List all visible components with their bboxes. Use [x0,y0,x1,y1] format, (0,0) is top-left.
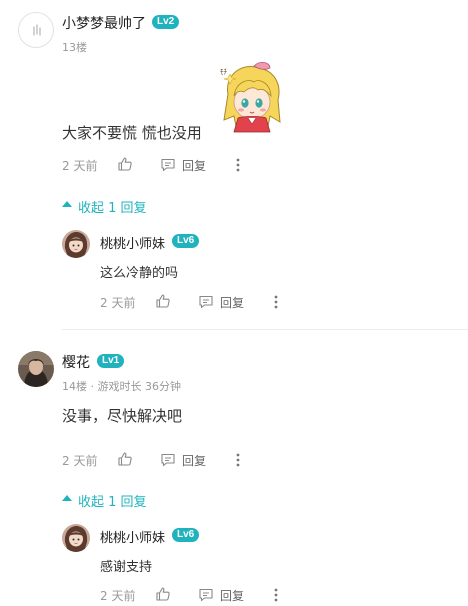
reply-label: 回复 [220,296,245,310]
reply-actions: 2 天前 回复 [100,292,290,312]
avatar[interactable] [18,12,54,48]
more-button[interactable] [268,292,284,312]
more-vertical-icon [236,158,240,172]
caret-up-icon [62,495,72,501]
username[interactable]: 樱花 [62,352,90,372]
level-badge: Lv6 [172,234,200,248]
avatar[interactable] [62,524,90,552]
avatar-glyph-icon [33,24,41,36]
reply-button[interactable]: 回复 [198,585,250,605]
more-button[interactable] [230,450,246,470]
timestamp: 2 天前 [62,454,98,468]
like-button[interactable] [117,451,133,467]
comment-text: 没事，尽快解决吧 [62,407,183,425]
reply-label: 回复 [182,159,207,173]
timestamp: 2 天前 [100,589,136,603]
reply-button[interactable]: 回复 [160,155,212,175]
comment-text: 大家不要慌 慌也没用 [62,124,202,142]
more-button[interactable] [268,585,284,605]
svg-text:ﾓﾁ: ﾓﾁ [220,68,227,76]
comment-bubble-icon [161,453,175,467]
reply-actions: 2 天前 回复 [100,585,290,605]
comment-bubble-icon [199,588,213,602]
thumbs-up-icon [156,587,170,601]
floor-label: 14楼 · 游戏时长 36分钟 [62,380,181,393]
timestamp: 2 天前 [62,159,98,173]
collapse-label: 收起 1 回复 [78,201,147,216]
collapse-replies-button[interactable]: 收起 1 回复 [62,197,162,216]
more-vertical-icon [274,295,278,309]
level-badge: Lv2 [152,15,180,29]
comment-bubble-icon [199,295,213,309]
comment-actions: 2 天前 回复 [62,450,262,470]
reply-text: 这么冷静的吗 [100,266,179,281]
username[interactable]: 小梦梦最帅了 [62,13,146,33]
collapse-label: 收起 1 回复 [78,495,147,510]
avatar[interactable] [18,351,54,387]
thumbs-up-icon [118,157,132,171]
reply-text: 感谢支持 [100,560,153,575]
comment-bubble-icon [161,158,175,172]
like-button[interactable] [155,293,171,309]
username[interactable]: 桃桃小师妹 [100,527,165,546]
reply-button[interactable]: 回复 [160,450,212,470]
thumbs-up-icon [118,452,132,466]
reply-label: 回复 [220,589,245,603]
timestamp: 2 天前 [100,296,136,310]
divider [62,329,468,330]
level-badge: Lv1 [97,354,125,368]
more-vertical-icon [236,453,240,467]
reply-label: 回复 [182,454,207,468]
reply-button[interactable]: 回复 [198,292,250,312]
more-vertical-icon [274,588,278,602]
comment-actions: 2 天前 回复 [62,155,262,175]
level-badge: Lv6 [172,528,200,542]
username[interactable]: 桃桃小师妹 [100,233,165,252]
anime-girl-sticker[interactable]: ﾓﾁ [214,60,290,136]
caret-up-icon [62,201,72,207]
avatar[interactable] [62,230,90,258]
collapse-replies-button[interactable]: 收起 1 回复 [62,491,162,510]
floor-label: 13楼 [62,41,87,54]
more-button[interactable] [230,155,246,175]
thumbs-up-icon [156,294,170,308]
like-button[interactable] [155,586,171,602]
like-button[interactable] [117,156,133,172]
